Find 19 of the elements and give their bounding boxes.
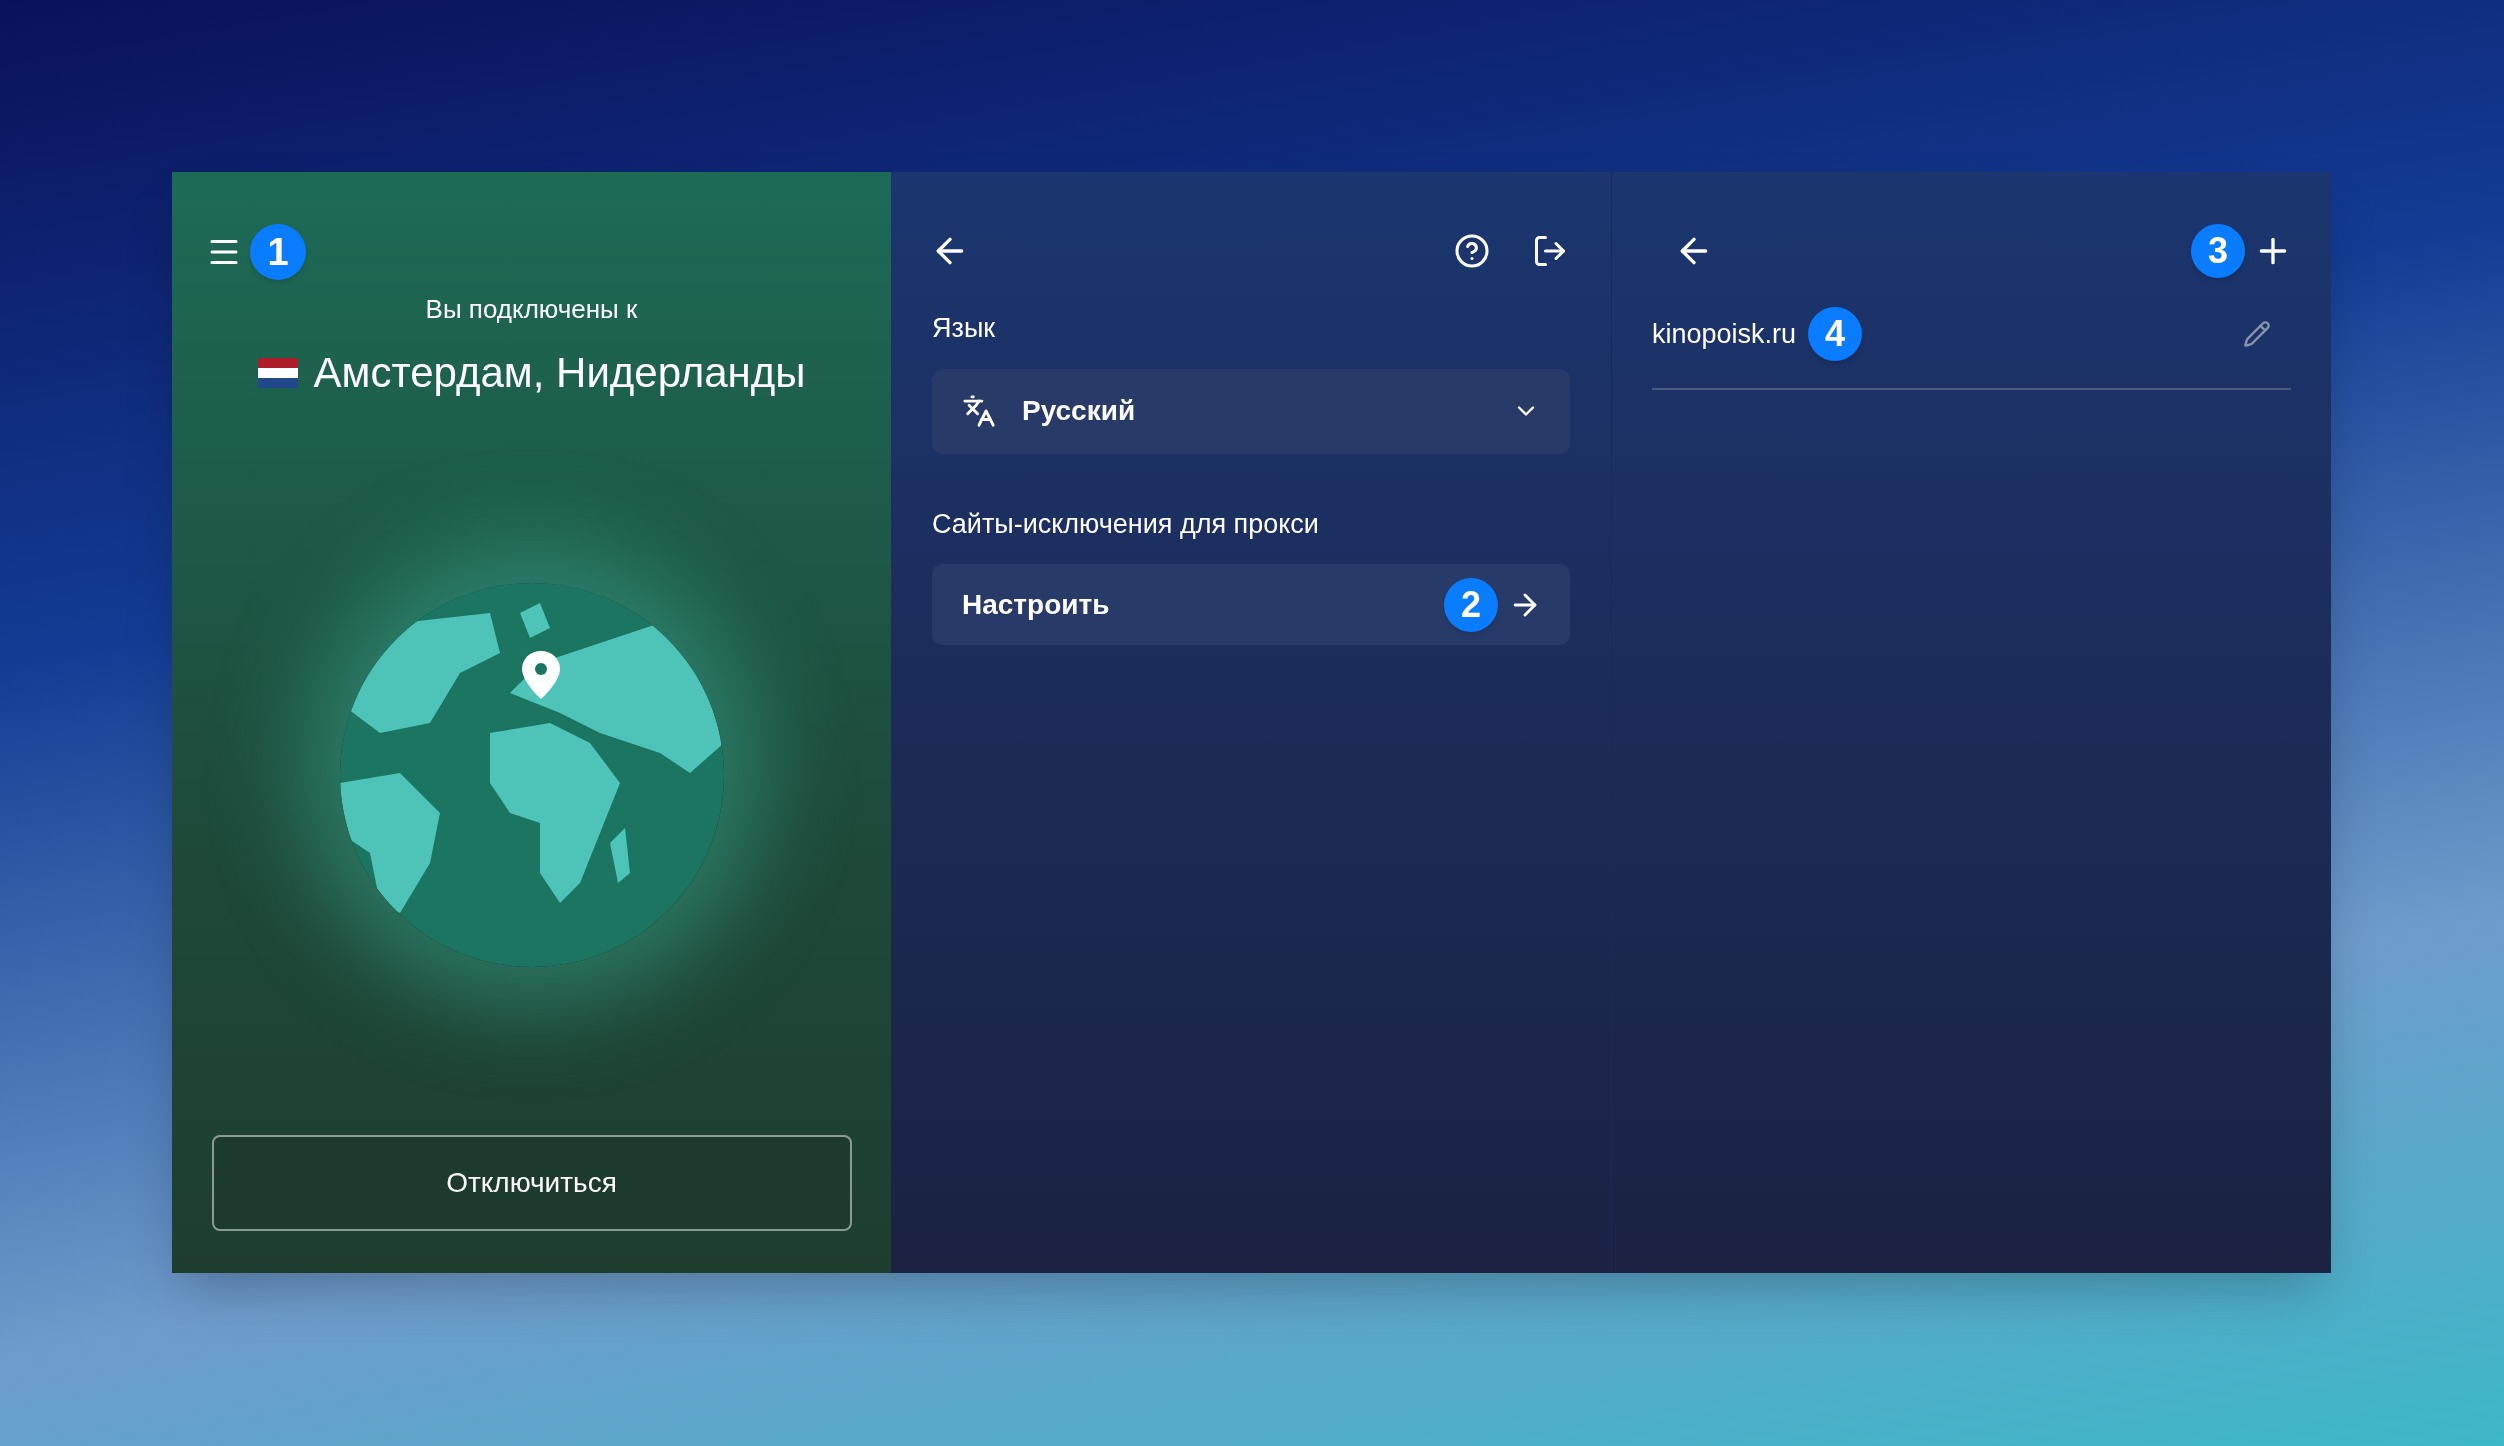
configure-button[interactable]: Настроить 2	[932, 564, 1570, 645]
status-text: Вы подключены к	[425, 293, 638, 326]
location-pin-icon	[521, 651, 560, 699]
number-badge: 2	[1444, 577, 1498, 632]
language-value: Русский	[1022, 394, 1136, 428]
help-icon[interactable]	[1454, 233, 1490, 269]
logout-icon[interactable]	[1532, 233, 1568, 269]
site-domain: kinopoisk.ru	[1652, 317, 1797, 351]
language-select[interactable]: Русский	[932, 368, 1570, 454]
disconnect-button[interactable]: Отключиться	[211, 1135, 852, 1231]
flag-icon	[257, 357, 298, 388]
location-title: Амстердам, Нидерланды	[313, 348, 806, 398]
number-badge: 4	[1808, 307, 1863, 361]
translate-icon	[962, 394, 996, 428]
language-label: Язык	[932, 312, 997, 345]
number-badge: 3	[2191, 224, 2245, 278]
number-badge: 1	[250, 224, 306, 280]
exclusions-label: Сайты-исключения для прокси	[932, 507, 1320, 541]
edit-icon[interactable]	[2243, 320, 2271, 348]
